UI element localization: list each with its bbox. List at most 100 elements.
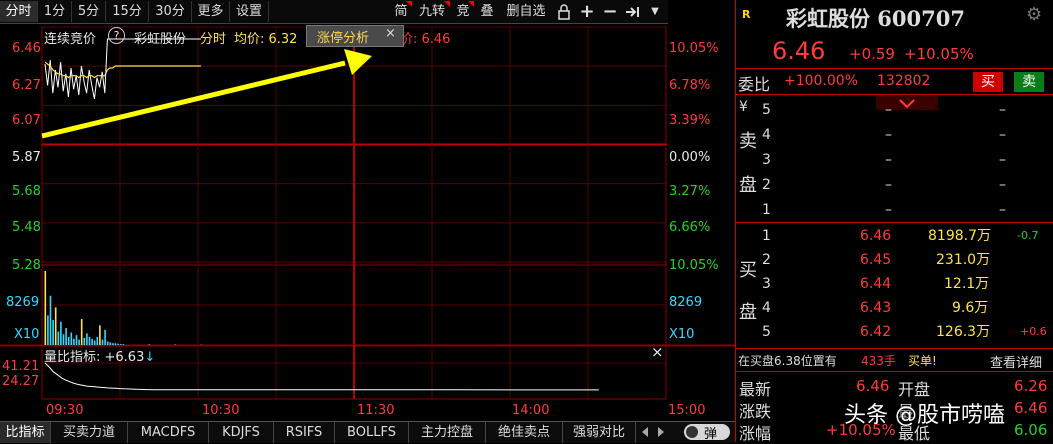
price-change-pct: +10.05% bbox=[904, 45, 974, 63]
dropdown-icon[interactable]: ▼ bbox=[646, 1, 664, 22]
minus-icon[interactable]: − bbox=[600, 1, 620, 22]
bid-row-5[interactable]: 5 6.42 126.3万 +0.6 bbox=[762, 320, 1053, 344]
buy-side-label: 买 bbox=[739, 256, 757, 282]
currency-icon: ¥ bbox=[739, 99, 748, 115]
bid-row-2[interactable]: 2 6.45 231.0万 bbox=[762, 248, 1053, 272]
tab-buy-sell-force[interactable]: 买卖力道 bbox=[51, 422, 128, 443]
lock-icon[interactable] bbox=[554, 1, 574, 22]
tab-1min[interactable]: 1分 bbox=[38, 1, 72, 22]
scroll-right-icon[interactable] bbox=[658, 427, 664, 437]
price-tick: 5.87 bbox=[12, 150, 41, 165]
volume-bar bbox=[115, 343, 117, 345]
stat-label: 涨幅 bbox=[739, 420, 771, 444]
volume-bar bbox=[91, 339, 93, 345]
close-icon[interactable]: × bbox=[385, 26, 396, 41]
ask-row-1[interactable]: 1 – – bbox=[762, 198, 1053, 222]
jiuzhuan-button[interactable]: 九转 bbox=[414, 1, 450, 22]
view-detail-link[interactable]: 查看详细 bbox=[990, 352, 1042, 371]
tab-best-sell[interactable]: 绝佳卖点 bbox=[486, 422, 563, 443]
volume-ratio-series-line bbox=[45, 363, 599, 390]
volume-bar bbox=[78, 340, 80, 345]
sell-button[interactable]: 卖 bbox=[1014, 72, 1044, 92]
price-tick: 6.27 bbox=[12, 78, 41, 93]
down-arrow-icon: ↓ bbox=[144, 350, 155, 365]
overlay-button[interactable]: 叠 bbox=[476, 1, 498, 22]
volume-bar bbox=[175, 344, 177, 345]
volume-bar bbox=[52, 320, 54, 345]
volume-bar bbox=[123, 344, 125, 345]
limit-up-analysis-popup[interactable]: 涨停分析 × bbox=[306, 25, 404, 47]
volume-bar bbox=[86, 333, 88, 345]
volume-bar bbox=[81, 319, 83, 345]
volume-max-left: 8269 bbox=[6, 295, 39, 310]
scroll-left-icon[interactable] bbox=[642, 427, 648, 437]
mode-label: 分时 bbox=[200, 28, 226, 47]
popup-toggle[interactable]: 弹 bbox=[684, 424, 730, 440]
divider bbox=[736, 348, 1053, 349]
bid-row-4[interactable]: 4 6.43 9.6万 bbox=[762, 296, 1053, 320]
pct-tick: 3.27% bbox=[669, 184, 710, 199]
sell-side-label: 卖 bbox=[739, 127, 757, 153]
tab-strength-compare[interactable]: 强弱对比 bbox=[563, 422, 636, 443]
stat-label: 涨跌 bbox=[739, 398, 771, 422]
bid-row-3[interactable]: 3 6.44 12.1万 bbox=[762, 272, 1053, 296]
tab-bollfs[interactable]: BOLLFS bbox=[335, 422, 409, 443]
tab-rsifs[interactable]: RSIFS bbox=[274, 422, 335, 443]
help-icon[interactable]: ? bbox=[108, 27, 125, 44]
ask-row-5[interactable]: 5 – – bbox=[762, 98, 1053, 122]
weibi-value: +100.00% bbox=[784, 73, 858, 89]
volume-bar bbox=[65, 328, 67, 345]
volume-ratio-label: 量比指标: +6.63↓ bbox=[44, 346, 155, 365]
price-tick: 6.07 bbox=[12, 113, 41, 128]
bid-row-1[interactable]: 1 6.46 8198.7万 -0.7 bbox=[762, 224, 1053, 248]
price-change: +0.59 bbox=[849, 45, 895, 63]
tab-volume-ratio[interactable]: 比指标 bbox=[0, 422, 51, 443]
remove-watchlist-button[interactable]: 删自选 bbox=[500, 1, 552, 22]
tab-15min[interactable]: 15分 bbox=[106, 1, 149, 22]
volume-bar bbox=[102, 340, 104, 345]
arrow-right-bar-icon[interactable] bbox=[622, 1, 644, 22]
volume-unit-left: X10 bbox=[14, 327, 39, 342]
price-label: 价: 6.46 bbox=[400, 28, 450, 47]
ask-row-2[interactable]: 2 – – bbox=[762, 173, 1053, 197]
close-indicator-icon[interactable]: × bbox=[651, 343, 664, 361]
auction-status-label: 连续竞价 bbox=[44, 28, 96, 47]
volume-bar bbox=[50, 296, 52, 345]
auction-button[interactable]: 竞 bbox=[452, 1, 474, 22]
buy-button[interactable]: 买 bbox=[973, 72, 1003, 92]
time-tick: 14:00 bbox=[512, 403, 549, 418]
toggle-label: 弹 bbox=[704, 423, 717, 442]
tab-settings[interactable]: 设置 bbox=[230, 1, 269, 22]
avg-price-label: 均价: 6.32 bbox=[234, 28, 297, 47]
tab-more[interactable]: 更多 bbox=[192, 1, 230, 22]
time-tick: 10:30 bbox=[202, 403, 239, 418]
plus-icon[interactable]: + bbox=[577, 1, 597, 22]
tab-fenshi[interactable]: 分时 bbox=[0, 1, 38, 22]
volume-bar bbox=[55, 307, 57, 345]
volume-bar bbox=[112, 343, 114, 345]
ask-row-3[interactable]: 3 – – bbox=[762, 148, 1053, 172]
big-order-notice: 在买盘6.38位置有 bbox=[738, 352, 837, 369]
divider bbox=[736, 371, 1053, 372]
volume-bar bbox=[84, 338, 86, 345]
simple-button[interactable]: 简 bbox=[390, 1, 412, 22]
ratio-tick: 41.21 bbox=[2, 359, 39, 374]
weicha-value: 132802 bbox=[877, 73, 930, 89]
volume-bar bbox=[68, 337, 70, 345]
gear-icon[interactable]: ⚙ bbox=[1026, 4, 1042, 25]
tab-kdjfs[interactable]: KDJFS bbox=[209, 422, 274, 443]
tab-main-control[interactable]: 主力控盘 bbox=[409, 422, 486, 443]
toggle-knob bbox=[686, 426, 698, 438]
stock-title: 彩虹股份 600707 bbox=[786, 3, 965, 33]
intraday-chart: 连续竞价 ? 彩虹股份 分时 均价: 6.32 价: 6.46 涨停分析 × 6… bbox=[0, 23, 735, 420]
volume-bar bbox=[107, 341, 109, 345]
tab-macdfs[interactable]: MACDFS bbox=[128, 422, 209, 443]
tab-5min[interactable]: 5分 bbox=[72, 1, 106, 22]
tab-30min[interactable]: 30分 bbox=[149, 1, 192, 22]
weibi-label: 委比 bbox=[738, 71, 770, 95]
ask-row-4[interactable]: 4 – – bbox=[762, 123, 1053, 147]
volume-bar bbox=[120, 344, 122, 345]
volume-unit-right: X10 bbox=[669, 327, 694, 342]
price-tick: 5.68 bbox=[12, 184, 41, 199]
volume-bar bbox=[45, 271, 47, 345]
